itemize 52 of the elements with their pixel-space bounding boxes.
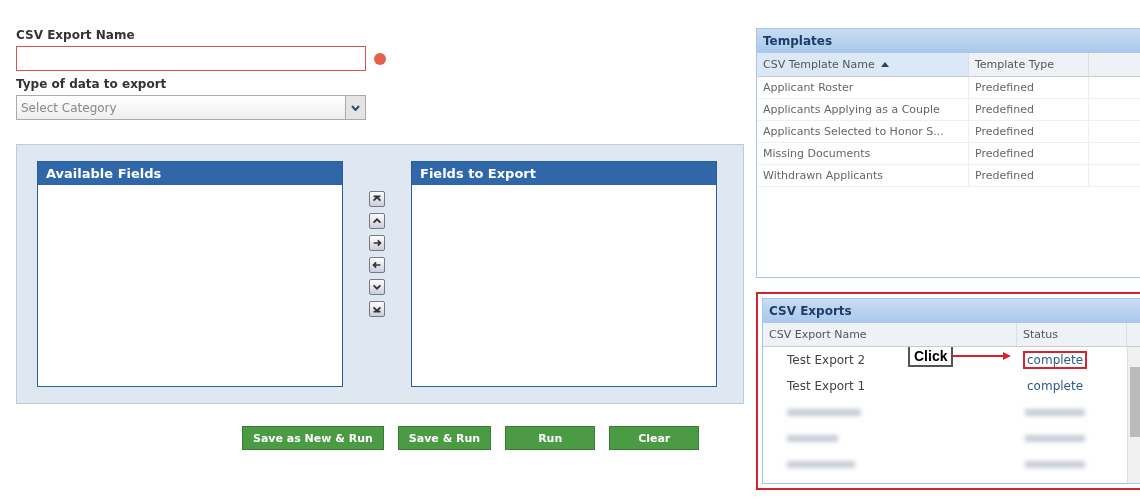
available-fields-list[interactable]: Available Fields — [37, 161, 343, 387]
action-button[interactable]: Save & Run — [397, 426, 492, 450]
caret-icon — [351, 104, 360, 111]
table-cell: Predefined — [969, 165, 1089, 187]
action-button[interactable]: Run — [505, 426, 596, 450]
arrow-icon — [371, 237, 383, 249]
table-cell: Predefined — [969, 77, 1089, 99]
table-cell: Predefined — [969, 99, 1089, 121]
column-header[interactable]: CSV Export Name — [763, 323, 1017, 347]
table-cell: Applicants Applying as a Couple — [757, 99, 969, 121]
field-label: Type of data to export — [16, 77, 168, 91]
table-cell: Applicants Selected to Honor S... — [757, 121, 969, 143]
table-cell: Missing Documents — [757, 143, 969, 165]
table-cell: Predefined — [969, 143, 1089, 165]
arrow-icon — [371, 259, 383, 271]
status-link[interactable]: complete — [1023, 377, 1088, 395]
action-button[interactable]: Clear — [609, 426, 700, 450]
column-header — [1089, 53, 1140, 77]
field-label: CSV Export Name — [16, 28, 136, 42]
move-button[interactable] — [369, 257, 385, 273]
blurred-text — [787, 434, 838, 442]
table-cell: Predefined — [969, 121, 1089, 143]
column-header[interactable]: Status — [1017, 323, 1127, 347]
move-button[interactable] — [369, 301, 385, 317]
status-link[interactable]: complete — [1023, 351, 1088, 369]
error-icon — [374, 52, 386, 65]
category-dropdown[interactable]: Select Category — [16, 95, 366, 120]
list-title: Fields to Export — [412, 162, 716, 185]
table-cell: Test Export 2 — [787, 353, 866, 367]
move-button[interactable] — [369, 213, 385, 229]
blurred-text — [1025, 460, 1085, 468]
list-title: Available Fields — [38, 162, 342, 185]
move-button[interactable] — [369, 191, 385, 207]
callout-label: Click — [908, 347, 954, 367]
export-fields-list[interactable]: Fields to Export — [411, 161, 717, 387]
table-cell: Applicant Roster — [757, 77, 969, 99]
table-cell: Withdrawn Applicants — [757, 165, 969, 187]
blurred-text — [1025, 408, 1085, 416]
column-header[interactable]: Template Type — [969, 53, 1089, 77]
move-button[interactable] — [369, 235, 385, 251]
blurred-text — [787, 460, 855, 468]
column-header — [1127, 323, 1140, 347]
panel-title: Templates — [757, 29, 1140, 53]
blurred-text — [1025, 434, 1085, 442]
panel-title: CSV Exports — [763, 299, 1140, 323]
scrollbar[interactable] — [1127, 347, 1140, 483]
table-cell: Test Export 1 — [787, 379, 866, 393]
action-button[interactable]: Save as New & Run — [242, 426, 384, 450]
move-button[interactable] — [369, 279, 385, 295]
column-header[interactable]: CSV Template Name — [757, 53, 969, 77]
sort-icon — [880, 62, 889, 67]
export-name-input[interactable] — [16, 46, 366, 71]
